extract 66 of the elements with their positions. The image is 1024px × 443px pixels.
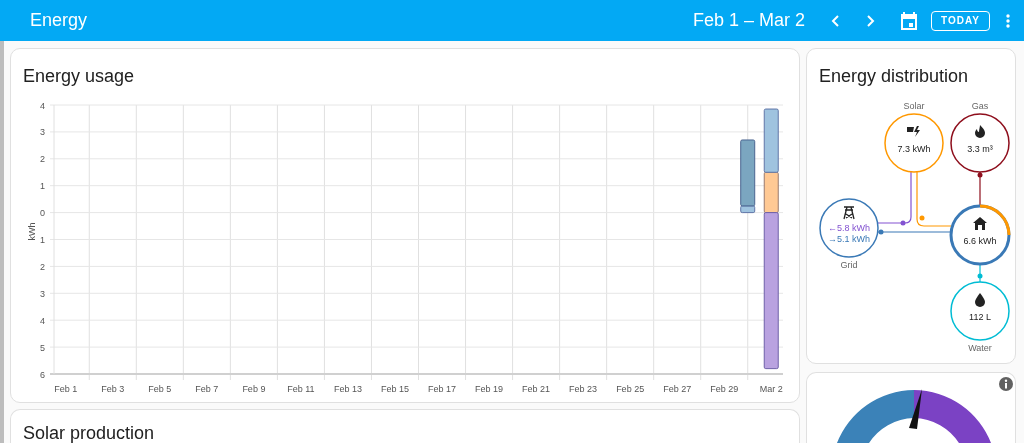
calendar-icon[interactable] xyxy=(901,11,918,30)
axis-label: Feb 7 xyxy=(195,384,219,394)
home-icon xyxy=(973,217,987,230)
axis-label: Feb 15 xyxy=(380,384,409,394)
info-icon[interactable] xyxy=(999,377,1013,391)
axis-title: kWh xyxy=(27,222,37,241)
energy-value: 7.3 kWh xyxy=(897,144,931,154)
axis-label: 4 xyxy=(40,315,45,326)
chevron-right-icon[interactable] xyxy=(865,13,876,28)
solar-share-arc xyxy=(979,204,1011,236)
gas-node[interactable] xyxy=(950,113,1010,173)
axis-label: Feb 1 xyxy=(54,384,78,394)
energy-value: 3.3 m³ xyxy=(967,144,993,154)
axis-label: 6 xyxy=(40,369,45,380)
axis-label: Feb 11 xyxy=(287,384,315,394)
flow-line xyxy=(979,263,981,283)
energy-value: 6.6 kWh xyxy=(963,236,997,246)
axis-label: Feb 27 xyxy=(663,384,692,394)
chevron-left-icon[interactable] xyxy=(831,13,842,28)
axis-label: Feb 13 xyxy=(333,384,362,394)
axis-label: 1 xyxy=(40,235,45,245)
transmission-tower-icon xyxy=(843,206,855,220)
grid-node[interactable] xyxy=(819,198,879,258)
card-title: Energy distribution xyxy=(819,66,969,86)
energy-value: →5.1 kWh xyxy=(828,234,870,244)
card-title: Solar production xyxy=(23,423,155,443)
axis-label: 2 xyxy=(40,261,45,272)
axis-label: Feb 25 xyxy=(616,384,645,394)
more-options-icon[interactable] xyxy=(1006,13,1010,28)
axis-label: 3 xyxy=(40,288,45,299)
axis-label: Feb 23 xyxy=(569,384,598,394)
axis-label: Feb 3 xyxy=(101,384,125,394)
node-label: Solar xyxy=(903,101,925,111)
flow-line xyxy=(916,171,952,227)
axis-label: 0 xyxy=(40,208,45,219)
axis-label: Feb 19 xyxy=(475,384,504,394)
flame-icon xyxy=(975,125,985,138)
axis-label: Feb 29 xyxy=(710,384,739,394)
date-range: Feb 1 – Mar 2 xyxy=(693,9,806,32)
axis-label: 1 xyxy=(40,181,45,192)
axis-label: 3 xyxy=(40,127,45,138)
axis-label: Mar 2 xyxy=(759,384,783,394)
solar-power-icon xyxy=(907,126,920,137)
node-label: Grid xyxy=(840,260,858,270)
axis-label: Feb 5 xyxy=(148,384,172,394)
energy-value: 112 L xyxy=(969,312,991,322)
node-label: Water xyxy=(968,343,992,353)
axis-label: 2 xyxy=(40,154,45,165)
solar-node[interactable] xyxy=(884,113,944,173)
axis-label: Feb 17 xyxy=(428,384,457,394)
flow-line xyxy=(877,171,912,224)
water-node[interactable] xyxy=(950,281,1010,341)
flow-dot xyxy=(977,273,983,279)
card-title: Energy usage xyxy=(23,66,135,86)
axis-label: Feb 21 xyxy=(522,384,551,394)
node-label: Gas xyxy=(971,101,989,111)
axis-label: Feb 9 xyxy=(242,384,266,394)
water-drop-icon xyxy=(975,293,985,307)
page-title: Energy xyxy=(30,9,89,32)
axis-label: 4 xyxy=(40,100,45,111)
axis-label: 5 xyxy=(40,342,45,353)
today-button[interactable]: TODAY xyxy=(931,10,990,31)
home-node xyxy=(949,204,1011,266)
flow-dot xyxy=(900,220,906,226)
energy-value: ←5.8 kWh xyxy=(828,223,870,233)
flow-dot xyxy=(919,215,925,221)
